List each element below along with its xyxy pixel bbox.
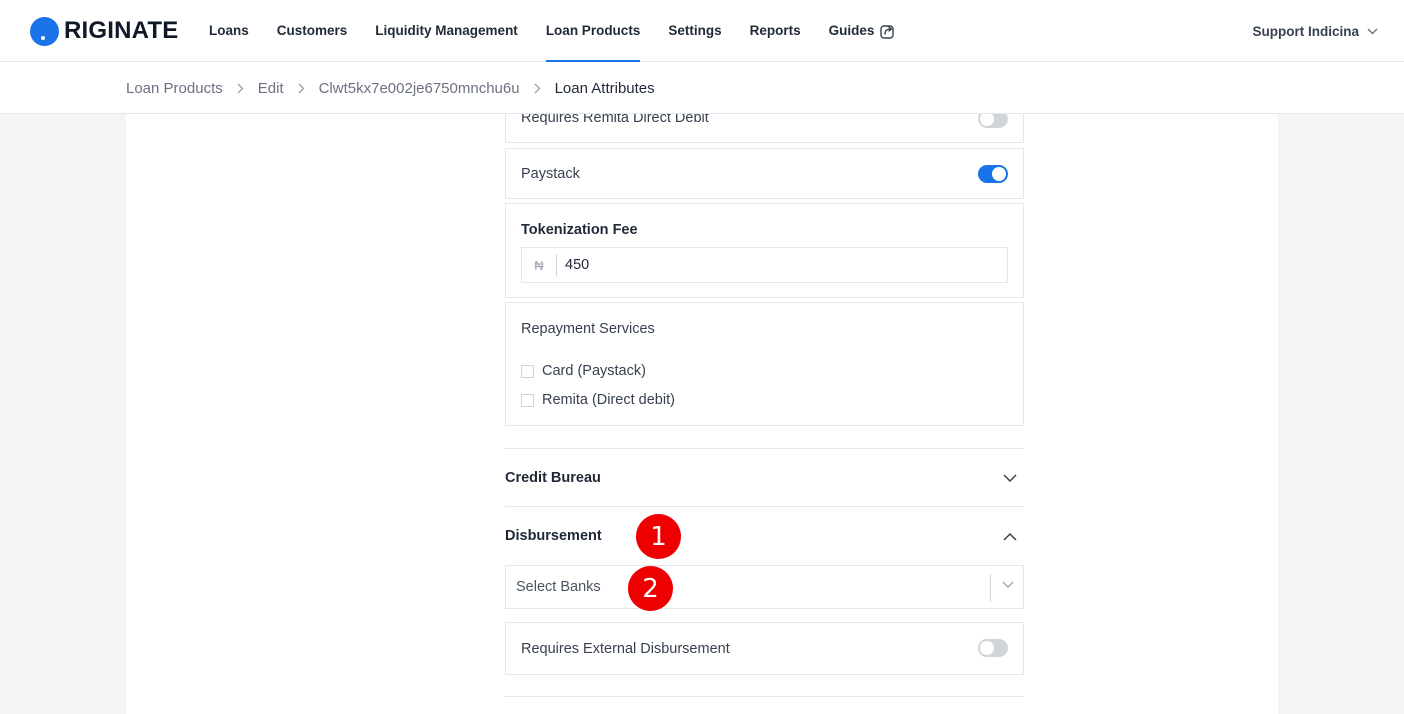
annotation-marker-1: 1 xyxy=(636,514,681,559)
chevron-right-icon xyxy=(534,83,541,94)
divider xyxy=(505,448,1024,449)
tokenization-fee-input[interactable]: ₦ 450 xyxy=(521,247,1008,283)
nav-item-settings[interactable]: Settings xyxy=(654,0,735,62)
select-separator xyxy=(990,574,991,602)
nav-item-loan-products[interactable]: Loan Products xyxy=(532,0,655,62)
nav-item-liquidity-management[interactable]: Liquidity Management xyxy=(361,0,532,62)
divider xyxy=(505,696,1024,697)
brand-name: RIGINATE xyxy=(64,17,179,44)
paystack-toggle[interactable] xyxy=(978,165,1008,183)
credit-bureau-section-header[interactable]: Credit Bureau xyxy=(505,450,1024,506)
tokenization-fee-card: Tokenization Fee ₦ 450 xyxy=(505,203,1024,298)
divider xyxy=(505,506,1024,507)
select-banks-dropdown[interactable]: Select Banks xyxy=(505,565,1024,609)
external-disbursement-label: Requires External Disbursement xyxy=(521,641,730,657)
chevron-right-icon xyxy=(237,83,244,94)
credit-bureau-title: Credit Bureau xyxy=(505,470,601,486)
chevron-up-icon xyxy=(1003,532,1017,541)
chevron-down-icon xyxy=(1003,473,1017,483)
disbursement-title: Disbursement xyxy=(505,528,602,544)
top-navigation-bar: RIGINATE Loans Customers Liquidity Manag… xyxy=(0,0,1404,62)
repayment-option-remita-direct-debit[interactable]: Remita (Direct debit) xyxy=(521,392,675,408)
nav-item-loans[interactable]: Loans xyxy=(195,0,263,62)
breadcrumb-edit[interactable]: Edit xyxy=(258,80,284,97)
repayment-services-card: Repayment Services Card (Paystack) Remit… xyxy=(505,302,1024,426)
repayment-option-card-paystack[interactable]: Card (Paystack) xyxy=(521,363,646,379)
select-banks-placeholder: Select Banks xyxy=(516,579,601,595)
nav-item-customers[interactable]: Customers xyxy=(263,0,362,62)
main-nav: Loans Customers Liquidity Management Loa… xyxy=(195,0,909,62)
remita-direct-debit-label: Requires Remita Direct Debit xyxy=(521,114,709,126)
checkbox-label: Remita (Direct debit) xyxy=(542,392,675,408)
checkbox[interactable] xyxy=(521,393,534,407)
breadcrumb: Loan Products Edit Clwt5kx7e002je6750mnc… xyxy=(126,62,655,114)
chevron-down-icon xyxy=(1367,28,1378,35)
external-disbursement-row: Requires External Disbursement xyxy=(505,622,1024,675)
external-link-icon xyxy=(880,24,895,39)
breadcrumb-bar: Loan Products Edit Clwt5kx7e002je6750mnc… xyxy=(0,62,1404,114)
breadcrumb-product-id[interactable]: Clwt5kx7e002je6750mnchu6u xyxy=(319,80,520,97)
remita-direct-debit-toggle[interactable] xyxy=(978,114,1008,128)
breadcrumb-loan-attributes: Loan Attributes xyxy=(554,79,655,97)
external-disbursement-toggle[interactable] xyxy=(978,639,1008,657)
currency-prefix: ₦ xyxy=(522,254,557,276)
nav-item-guides-label: Guides xyxy=(828,23,875,38)
user-name: Support Indicina xyxy=(1252,23,1360,39)
logo-icon xyxy=(30,16,59,46)
tokenization-fee-label: Tokenization Fee xyxy=(521,222,638,238)
paystack-label: Paystack xyxy=(521,166,580,182)
checkbox[interactable] xyxy=(521,364,534,378)
brand-logo[interactable]: RIGINATE xyxy=(30,16,179,46)
repayment-services-label: Repayment Services xyxy=(521,321,655,337)
user-menu[interactable]: Support Indicina xyxy=(1253,0,1379,62)
nav-item-guides[interactable]: Guides xyxy=(815,0,910,62)
disbursement-section-header[interactable]: Disbursement xyxy=(505,508,1024,564)
breadcrumb-loan-products[interactable]: Loan Products xyxy=(126,80,223,97)
remita-direct-debit-row: Requires Remita Direct Debit xyxy=(505,114,1024,143)
annotation-marker-2: 2 xyxy=(628,566,673,611)
tokenization-fee-value: 450 xyxy=(565,257,590,273)
checkbox-label: Card (Paystack) xyxy=(542,363,646,379)
paystack-row: Paystack xyxy=(505,148,1024,199)
chevron-down-icon[interactable] xyxy=(1002,581,1014,589)
chevron-right-icon xyxy=(298,83,305,94)
nav-item-reports[interactable]: Reports xyxy=(736,0,815,62)
content-panel: Requires Remita Direct Debit Paystack To… xyxy=(126,114,1278,714)
